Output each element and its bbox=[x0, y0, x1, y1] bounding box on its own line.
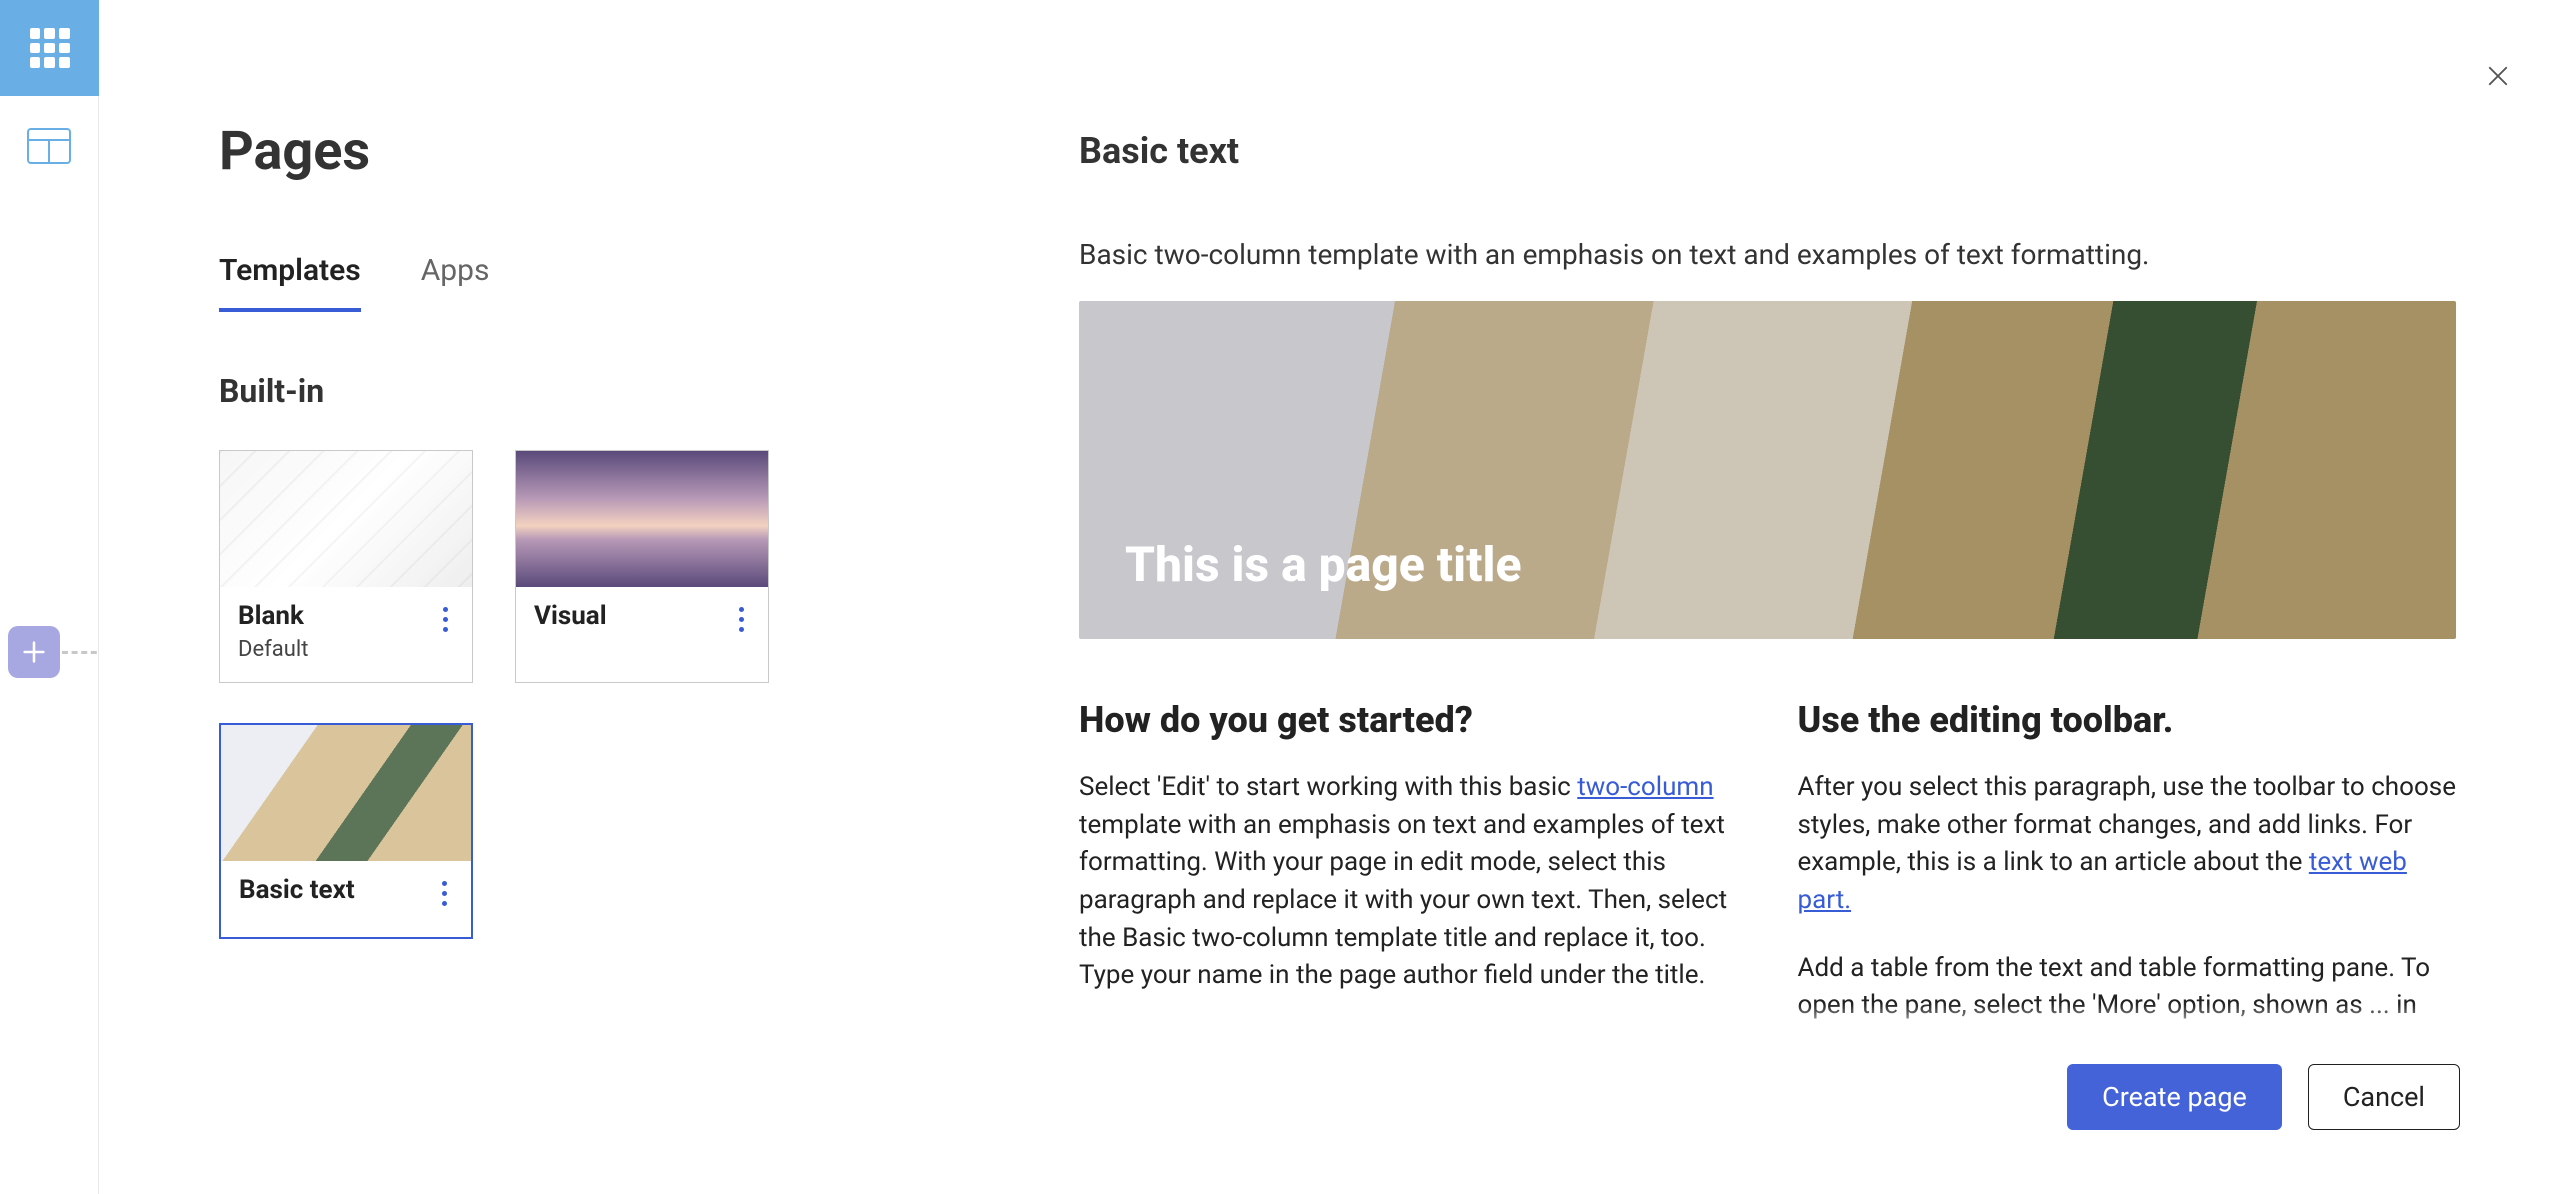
preview-hero: This is a page title bbox=[1079, 301, 2456, 639]
card-menu-button[interactable] bbox=[733, 601, 750, 638]
dialog-title: Pages bbox=[219, 120, 999, 183]
app-launcher[interactable] bbox=[0, 0, 99, 96]
built-in-heading: Built-in bbox=[219, 372, 999, 410]
template-title: Blank bbox=[238, 601, 308, 631]
template-thumb bbox=[516, 451, 768, 587]
waffle-icon bbox=[30, 28, 70, 68]
tab-apps[interactable]: Apps bbox=[421, 253, 490, 312]
close-button[interactable] bbox=[2476, 54, 2520, 98]
preview-col-1: How do you get started? Select 'Edit' to… bbox=[1079, 699, 1738, 1055]
template-card-visual[interactable]: Visual bbox=[515, 450, 769, 683]
close-icon bbox=[2483, 61, 2513, 91]
template-preview: Basic text Basic two-column template wit… bbox=[1079, 130, 2456, 1044]
create-page-button[interactable]: Create page bbox=[2067, 1064, 2282, 1130]
preview-title: Basic text bbox=[1079, 130, 2456, 172]
template-card-basic-text[interactable]: Basic text bbox=[219, 723, 473, 939]
template-thumb bbox=[221, 725, 471, 861]
col1-body: Select 'Edit' to start working with this… bbox=[1079, 769, 1738, 995]
templates-grid: Blank Default Visual bbox=[219, 450, 999, 939]
template-title: Visual bbox=[534, 601, 607, 631]
col2-body: After you select this paragraph, use the… bbox=[1798, 769, 2457, 920]
template-title: Basic text bbox=[239, 875, 355, 905]
preview-subhead: Basic two-column template with an emphas… bbox=[1079, 238, 2456, 271]
cancel-button[interactable]: Cancel bbox=[2308, 1064, 2460, 1130]
section-icon[interactable] bbox=[27, 128, 71, 164]
template-card-blank[interactable]: Blank Default bbox=[219, 450, 473, 683]
template-subtitle: Default bbox=[238, 637, 308, 662]
two-column-link[interactable]: two-column bbox=[1577, 772, 1713, 802]
add-button[interactable] bbox=[8, 626, 60, 678]
card-menu-button[interactable] bbox=[436, 875, 453, 912]
hero-title: This is a page title bbox=[1125, 536, 1522, 593]
card-menu-button[interactable] bbox=[437, 601, 454, 638]
col2-body-2: Add a table from the text and table form… bbox=[1798, 950, 2457, 1025]
tab-templates[interactable]: Templates bbox=[219, 253, 361, 312]
dialog-footer: Create page Cancel bbox=[2067, 1064, 2460, 1130]
dialog-tabs: Templates Apps bbox=[219, 253, 999, 312]
col1-heading: How do you get started? bbox=[1079, 699, 1738, 741]
col2-heading: Use the editing toolbar. bbox=[1798, 699, 2457, 741]
pages-dialog: Pages Templates Apps Built-in Blank Defa… bbox=[99, 0, 2560, 1194]
preview-col-2: Use the editing toolbar. After you selec… bbox=[1798, 699, 2457, 1055]
template-thumb bbox=[220, 451, 472, 587]
